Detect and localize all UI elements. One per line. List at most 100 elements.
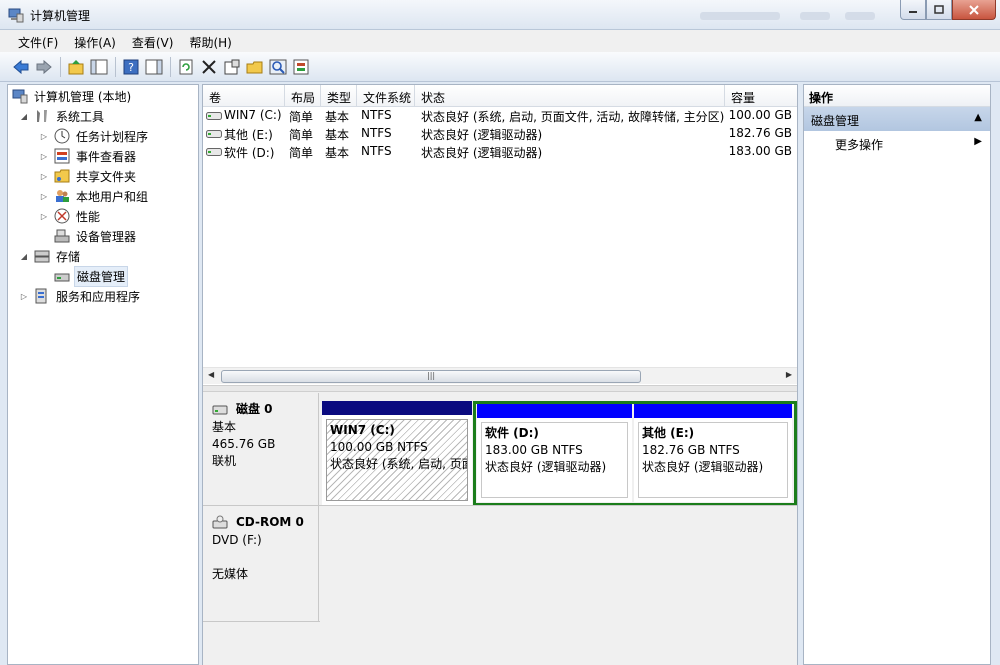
primary-partition-bar	[322, 401, 472, 415]
menu-bar: 文件(F) 操作(A) 查看(V) 帮助(H)	[0, 30, 1000, 52]
horizontal-scrollbar[interactable]: ◀ ||| ▶	[203, 367, 797, 384]
collapse-arrow-icon[interactable]: ◢	[18, 112, 30, 121]
scroll-right-icon[interactable]: ▶	[786, 370, 792, 379]
disk-status: 联机	[212, 454, 237, 468]
minimize-icon	[909, 10, 917, 13]
partition-name: 其他 (E:)	[642, 426, 695, 440]
delete-button[interactable]	[198, 56, 220, 78]
tree-label: 存储	[56, 249, 81, 264]
col-header-volume[interactable]: 卷	[203, 85, 285, 107]
col-header-status[interactable]: 状态	[415, 85, 725, 107]
menu-help[interactable]: 帮助(H)	[181, 30, 239, 52]
blurred-text	[700, 12, 780, 20]
col-header-filesystem[interactable]: 文件系统	[357, 85, 415, 107]
menu-file[interactable]: 文件(F)	[10, 30, 66, 52]
users-icon	[56, 190, 69, 202]
help-button[interactable]: ?	[120, 56, 142, 78]
tree-item-performance[interactable]: ▷ 性能	[38, 206, 102, 226]
performance-icon	[54, 208, 70, 224]
menu-view[interactable]: 查看(V)	[124, 30, 182, 52]
partition-size: 182.76 GB NTFS	[642, 443, 740, 457]
partition-status: 状态良好 (逻辑驱动器)	[485, 460, 607, 474]
collapse-up-icon[interactable]: ▲	[974, 112, 982, 123]
table-row[interactable]: 其他 (E:) 简单 基本 NTFS 状态良好 (逻辑驱动器) 182.76 G…	[203, 125, 797, 143]
menu-action[interactable]: 操作(A)	[66, 30, 124, 52]
tree-label: 设备管理器	[76, 229, 137, 244]
properties-button[interactable]	[221, 56, 243, 78]
scrollbar-thumb[interactable]: |||	[221, 370, 641, 383]
tree-item-disk-management[interactable]: 磁盘管理	[54, 265, 129, 287]
table-row[interactable]: WIN7 (C:) 简单 基本 NTFS 状态良好 (系统, 启动, 页面文件,…	[203, 107, 797, 125]
volume-table: 卷 布局 类型 文件系统 状态 容量 WIN7 (C:) 简单 基本 NTFS …	[203, 85, 797, 385]
disk-management-panel: 卷 布局 类型 文件系统 状态 容量 WIN7 (C:) 简单 基本 NTFS …	[202, 84, 798, 665]
col-header-type[interactable]: 类型	[321, 85, 357, 107]
partition-body: 软件 (D:) 183.00 GB NTFS 状态良好 (逻辑驱动器)	[481, 422, 628, 498]
tree-item-system-tools[interactable]: ◢ 系统工具	[18, 106, 106, 126]
actions-section-disk-management[interactable]: 磁盘管理 ▲	[804, 107, 990, 131]
more-actions-item[interactable]: 更多操作 ▶	[804, 131, 990, 155]
up-folder-button[interactable]	[65, 56, 87, 78]
cell-status: 状态良好 (逻辑驱动器)	[421, 146, 543, 160]
expand-arrow-icon[interactable]: ▷	[18, 292, 30, 301]
back-icon	[13, 59, 29, 74]
partition-size: 183.00 GB NTFS	[485, 443, 583, 457]
tree-item-task-scheduler[interactable]: ▷ 任务计划程序	[38, 126, 150, 146]
tree-item-services-apps[interactable]: ▷ 服务和应用程序	[18, 286, 142, 306]
logical-partition-bar	[477, 404, 632, 418]
pane-splitter[interactable]	[203, 385, 797, 392]
table-row[interactable]: 软件 (D:) 简单 基本 NTFS 状态良好 (逻辑驱动器) 183.00 G…	[203, 143, 797, 161]
partition-d[interactable]: 软件 (D:) 183.00 GB NTFS 状态良好 (逻辑驱动器)	[477, 404, 632, 502]
show-hide-tree-button[interactable]	[88, 56, 110, 78]
disk-type: 基本	[212, 420, 237, 434]
expand-arrow-icon[interactable]: ▷	[38, 192, 50, 201]
disk-name: CD-ROM 0	[236, 515, 304, 529]
shared-folder-icon	[54, 169, 70, 183]
settings-icon	[293, 59, 309, 74]
partition-c[interactable]: WIN7 (C:) 100.00 GB NTFS 状态良好 (系统, 启动, 页…	[322, 401, 472, 505]
event-viewer-icon	[54, 148, 70, 164]
tree-label: 系统工具	[56, 109, 105, 124]
cell-filesystem: NTFS	[361, 126, 392, 140]
cell-status: 状态良好 (系统, 启动, 页面文件, 活动, 故障转储, 主分区)	[421, 110, 725, 124]
tree-item-device-manager[interactable]: 设备管理器	[54, 226, 138, 246]
storage-icon	[34, 250, 50, 263]
hard-disk-icon	[212, 405, 228, 414]
disk-size: 465.76 GB	[212, 437, 276, 451]
expand-arrow-icon[interactable]: ▷	[38, 152, 50, 161]
forward-button[interactable]	[33, 56, 55, 78]
collapse-arrow-icon[interactable]: ◢	[18, 252, 30, 261]
maximize-button[interactable]	[926, 0, 952, 20]
title-bar: 计算机管理	[0, 0, 1000, 30]
minimize-button[interactable]	[900, 0, 926, 20]
partition-e[interactable]: 其他 (E:) 182.76 GB NTFS 状态良好 (逻辑驱动器)	[634, 404, 792, 502]
col-header-capacity[interactable]: 容量	[725, 85, 797, 107]
tree-item-shared-folders[interactable]: ▷ 共享文件夹	[38, 166, 138, 186]
tree-item-storage[interactable]: ◢ 存储	[18, 246, 82, 266]
disk0-label[interactable]: 磁盘 0 基本 465.76 GB 联机	[203, 393, 319, 505]
partition-name: 软件 (D:)	[485, 426, 539, 440]
partition-body: 其他 (E:) 182.76 GB NTFS 状态良好 (逻辑驱动器)	[638, 422, 788, 498]
tree-item-local-users[interactable]: ▷ 本地用户和组	[38, 186, 150, 206]
refresh-button[interactable]	[175, 56, 197, 78]
settings-button[interactable]	[290, 56, 312, 78]
actions-panel: 操作 磁盘管理 ▲ 更多操作 ▶	[803, 84, 991, 665]
open-button[interactable]	[244, 56, 266, 78]
tree-label: 任务计划程序	[76, 129, 149, 144]
search-button[interactable]	[267, 56, 289, 78]
cell-capacity: 182.76 GB	[728, 126, 792, 140]
tree-item-root[interactable]: 计算机管理 (本地)	[12, 86, 133, 106]
disk-management-icon	[54, 273, 70, 282]
expand-arrow-icon[interactable]: ▷	[38, 172, 50, 181]
grip-icon: |||	[427, 371, 436, 380]
col-header-layout[interactable]: 布局	[285, 85, 321, 107]
help-icon: ?	[123, 59, 139, 74]
expand-arrow-icon[interactable]: ▷	[38, 212, 50, 221]
close-button[interactable]	[952, 0, 996, 20]
back-button[interactable]	[10, 56, 32, 78]
show-hide-action-button[interactable]	[143, 56, 165, 78]
cdrom0-label[interactable]: CD-ROM 0 DVD (F:) 无媒体	[203, 506, 319, 621]
actions-header: 操作	[804, 85, 990, 107]
tree-item-event-viewer[interactable]: ▷ 事件查看器	[38, 146, 138, 166]
scroll-left-icon[interactable]: ◀	[208, 370, 214, 379]
expand-arrow-icon[interactable]: ▷	[38, 132, 50, 141]
